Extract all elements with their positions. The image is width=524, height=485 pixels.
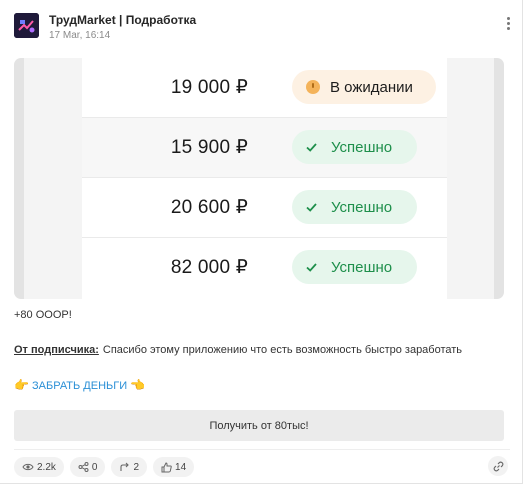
likes-counter[interactable]: 14 bbox=[153, 457, 195, 477]
payment-amount: 82 000 ₽ bbox=[170, 257, 248, 278]
divider bbox=[14, 449, 510, 450]
post-stats: 2.2k 0 2 14 bbox=[14, 457, 195, 477]
status-badge: Успешно bbox=[292, 250, 417, 284]
check-icon bbox=[306, 262, 317, 272]
payment-row: 82 000 ₽ Успешно bbox=[82, 238, 447, 298]
post-date: 17 Mar, 16:14 bbox=[49, 30, 111, 41]
link-icon[interactable] bbox=[488, 456, 508, 476]
subscriber-text: Спасибо этому приложению что есть возмож… bbox=[102, 344, 463, 356]
cta-link-text[interactable]: ЗАБРАТЬ ДЕНЬГИ bbox=[32, 380, 127, 392]
get-money-button[interactable]: Получить от 80тыс! bbox=[14, 410, 504, 441]
views-counter[interactable]: 2.2k bbox=[14, 457, 64, 477]
status-badge: Успешно bbox=[292, 130, 417, 164]
shares-count: 0 bbox=[91, 461, 98, 473]
thumbs-up-icon bbox=[161, 461, 172, 472]
clock-icon bbox=[306, 80, 320, 94]
post-image[interactable]: 19 000 ₽ В ожидании 15 900 ₽ Успешно 20 … bbox=[14, 58, 504, 299]
eye-icon bbox=[22, 463, 34, 471]
status-label: Успешно bbox=[331, 258, 393, 276]
check-icon bbox=[306, 202, 317, 212]
payment-amount: 19 000 ₽ bbox=[170, 77, 248, 98]
post-text-headline: +80 OOOР! bbox=[14, 309, 72, 321]
payment-row: 15 900 ₽ Успешно bbox=[82, 118, 447, 178]
subscriber-label: От подписчика: bbox=[14, 344, 99, 356]
payment-amount: 20 600 ₽ bbox=[170, 197, 248, 218]
status-label: Успешно bbox=[331, 198, 393, 216]
kebab-menu-icon[interactable] bbox=[504, 17, 512, 33]
reposts-count: 2 bbox=[133, 461, 140, 473]
payments-list: 19 000 ₽ В ожидании 15 900 ₽ Успешно 20 … bbox=[82, 58, 447, 299]
payment-amount: 15 900 ₽ bbox=[170, 137, 248, 158]
post-header: ТрудMarket | Подработка 17 Mar, 16:14 bbox=[14, 12, 510, 42]
pointing-right-hand-icon: 👉 bbox=[14, 378, 29, 392]
status-label: Успешно bbox=[331, 138, 393, 156]
status-badge: Успешно bbox=[292, 190, 417, 224]
shares-counter[interactable]: 0 bbox=[69, 457, 106, 477]
share-icon bbox=[78, 462, 89, 472]
payment-row: 19 000 ₽ В ожидании bbox=[82, 58, 447, 118]
payment-row: 20 600 ₽ Успешно bbox=[82, 178, 447, 238]
views-count: 2.2k bbox=[37, 461, 56, 473]
likes-count: 14 bbox=[175, 461, 187, 473]
pointing-left-hand-icon: 👈 bbox=[130, 378, 146, 392]
repost-icon bbox=[120, 462, 130, 471]
channel-avatar[interactable] bbox=[14, 13, 39, 38]
channel-name[interactable]: ТрудMarket | Подработка bbox=[49, 13, 196, 27]
cta-link-line[interactable]: 👉 ЗАБРАТЬ ДЕНЬГИ 👈 bbox=[14, 378, 145, 392]
post-text-testimonial: От подписчика: Спасибо этому приложению ч… bbox=[14, 344, 462, 356]
screenshot-card: 19 000 ₽ В ожидании 15 900 ₽ Успешно 20 … bbox=[24, 58, 494, 299]
check-icon bbox=[306, 142, 317, 152]
status-label: В ожидании bbox=[330, 78, 413, 96]
status-badge: В ожидании bbox=[292, 70, 436, 104]
reposts-counter[interactable]: 2 bbox=[111, 457, 148, 477]
